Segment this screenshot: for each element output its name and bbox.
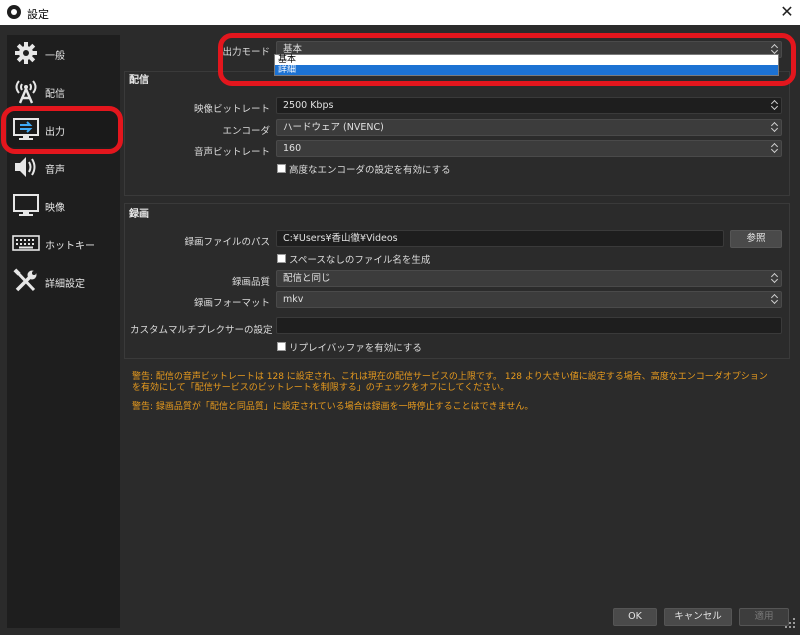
ok-button[interactable]: OK: [613, 608, 657, 626]
sidebar-item-stream[interactable]: 配信: [7, 73, 120, 109]
chevron-updown-icon: [771, 272, 779, 285]
monitor-icon: [13, 194, 39, 216]
custom-muxer-label: カスタムマルチプレクサーの設定: [130, 325, 273, 336]
recording-quality-value: 配信と同じ: [283, 273, 331, 284]
no-space-filename-label: スペースなしのファイル名を生成: [289, 255, 431, 266]
browse-button[interactable]: 参照: [730, 230, 782, 248]
video-bitrate-label: 映像ビットレート: [193, 104, 270, 115]
chevron-updown-icon: [771, 293, 779, 306]
encoder-value: ハードウェア (NVENC): [283, 122, 384, 133]
audio-bitrate-label: 音声ビットレート: [193, 147, 270, 158]
window-title: 設定: [27, 8, 49, 21]
replay-buffer-label: リプレイバッファを有効にする: [289, 343, 422, 354]
apply-button[interactable]: 適用: [739, 608, 789, 626]
recording-format-label: 録画フォーマット: [193, 298, 270, 309]
sidebar-item-label: 音声: [45, 165, 65, 176]
replay-buffer-checkbox[interactable]: [277, 342, 286, 351]
chevron-updown-icon: [771, 121, 779, 134]
gear-icon: [15, 42, 37, 64]
streaming-group-title: 配信: [129, 75, 149, 86]
title-bar: 設定 ✕: [0, 0, 800, 25]
warning-recording-pause: 警告: 録画品質が「配信と同品質」に設定されている場合は録画を一時停止することは…: [132, 402, 534, 412]
encoder-label: エンコーダ: [222, 126, 270, 137]
video-bitrate-value: 2500 Kbps: [283, 100, 334, 111]
broadcast-icon: [15, 80, 37, 104]
speaker-icon: [15, 157, 36, 177]
no-space-filename-checkbox[interactable]: [277, 254, 286, 263]
sidebar-item-advanced[interactable]: 詳細設定: [7, 263, 120, 299]
sidebar-item-label: 配信: [45, 89, 65, 100]
obs-logo-icon: [7, 5, 21, 19]
audio-bitrate-select[interactable]: 160: [276, 140, 782, 157]
sidebar-item-video[interactable]: 映像: [7, 187, 120, 223]
sidebar-item-hotkeys[interactable]: ホットキー: [7, 225, 120, 261]
advanced-encoder-checkbox[interactable]: [277, 164, 286, 173]
spin-arrows-icon[interactable]: [771, 99, 779, 112]
sidebar-item-label: 一般: [45, 51, 65, 62]
highlight-annotation-output-tab: [1, 106, 123, 154]
video-bitrate-spinbox[interactable]: 2500 Kbps: [276, 97, 782, 114]
warning-bitrate-line1: 警告: 配信の音声ビットレートは 128 に設定され、これは現在の配信サービスの…: [132, 372, 768, 382]
resize-grip-icon[interactable]: [784, 617, 796, 629]
recording-path-label: 録画ファイルのパス: [184, 237, 270, 248]
keyboard-icon: [12, 235, 40, 251]
highlight-annotation-output-mode: [218, 33, 796, 86]
recording-group-title: 録画: [129, 209, 149, 220]
encoder-select[interactable]: ハードウェア (NVENC): [276, 119, 782, 136]
cancel-button[interactable]: キャンセル: [664, 608, 732, 626]
recording-path-value: C:¥Users¥香山徹¥Videos: [283, 233, 398, 244]
chevron-updown-icon: [771, 142, 779, 155]
sidebar-item-audio[interactable]: 音声: [7, 149, 120, 185]
recording-format-select[interactable]: mkv: [276, 291, 782, 308]
recording-path-input[interactable]: C:¥Users¥香山徹¥Videos: [276, 230, 724, 247]
recording-format-value: mkv: [283, 294, 304, 305]
audio-bitrate-value: 160: [283, 143, 302, 154]
tools-icon: [13, 268, 37, 292]
advanced-encoder-label: 高度なエンコーダの設定を有効にする: [289, 165, 451, 176]
sidebar-item-label: ホットキー: [45, 241, 95, 252]
custom-muxer-input[interactable]: [276, 317, 782, 334]
sidebar-item-general[interactable]: 一般: [7, 35, 120, 71]
sidebar-item-label: 詳細設定: [45, 279, 85, 290]
recording-quality-select[interactable]: 配信と同じ: [276, 270, 782, 287]
warning-bitrate-line2: を有効にして「配信サービスのビットレートを制限する」のチェックをオフにしてくださ…: [132, 383, 510, 393]
recording-quality-label: 録画品質: [231, 277, 270, 288]
sidebar-item-label: 映像: [45, 203, 65, 214]
close-button[interactable]: ✕: [776, 2, 798, 22]
